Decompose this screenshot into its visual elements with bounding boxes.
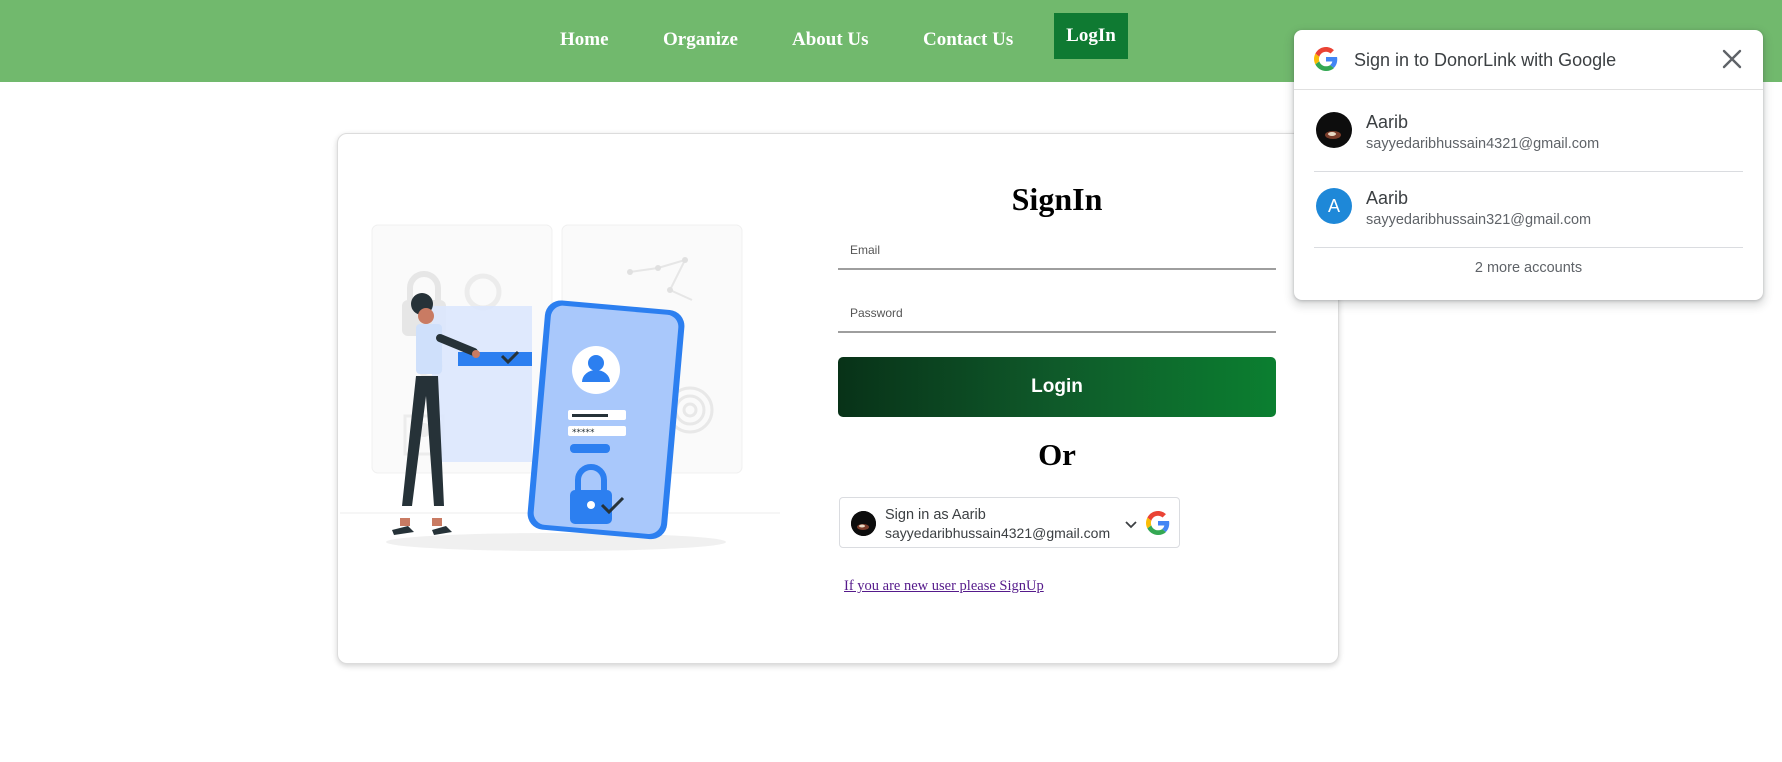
or-divider-label: Or xyxy=(1038,437,1076,472)
signin-title: SignIn xyxy=(1011,181,1103,217)
nav-about-link[interactable]: About Us xyxy=(792,29,869,51)
account-option[interactable]: Aarib sayyedaribhussain4321@gmail.com xyxy=(1314,92,1743,168)
nav-organize-link[interactable]: Organize xyxy=(663,29,738,51)
signup-link[interactable]: If you are new user please SignUp xyxy=(844,578,1044,595)
more-accounts-link[interactable]: 2 more accounts xyxy=(1294,260,1763,276)
google-signin-email: sayyedaribhussain4321@gmail.com xyxy=(885,525,1111,541)
google-logo-icon xyxy=(1146,511,1170,535)
nav-contact-link[interactable]: Contact Us xyxy=(923,29,1013,51)
divider xyxy=(1314,247,1743,248)
nav-home-link[interactable]: Home xyxy=(560,29,609,51)
account-name: Aarib xyxy=(1366,112,1409,132)
login-button[interactable]: Login xyxy=(838,357,1276,417)
password-field[interactable] xyxy=(838,295,1276,331)
popup-title: Sign in to DonorLink with Google xyxy=(1354,50,1617,70)
close-icon[interactable] xyxy=(1719,46,1745,72)
password-field-wrapper xyxy=(838,295,1276,333)
avatar xyxy=(1316,112,1352,148)
login-illustration: ***** xyxy=(340,224,780,551)
avatar xyxy=(851,511,876,536)
svg-text:*****: ***** xyxy=(572,428,595,438)
nav-login-button[interactable]: LogIn xyxy=(1054,13,1128,59)
avatar: A xyxy=(1316,188,1352,224)
account-name: Aarib xyxy=(1366,188,1409,208)
email-field-wrapper xyxy=(838,232,1276,270)
google-signin-title: Sign in as Aarib xyxy=(885,507,986,523)
account-option[interactable]: A Aarib sayyedaribhussain321@gmail.com xyxy=(1314,168,1743,244)
google-signin-button[interactable]: Sign in as Aarib sayyedaribhussain4321@g… xyxy=(839,497,1180,548)
google-account-chooser: Sign in to DonorLink with Google Aarib s… xyxy=(1294,30,1763,300)
chevron-down-icon[interactable] xyxy=(1123,516,1139,532)
popup-header: Sign in to DonorLink with Google xyxy=(1294,30,1763,90)
account-email: sayyedaribhussain4321@gmail.com xyxy=(1366,136,1600,152)
account-email: sayyedaribhussain321@gmail.com xyxy=(1366,212,1592,228)
google-logo-icon xyxy=(1314,47,1338,71)
email-field[interactable] xyxy=(838,232,1276,268)
